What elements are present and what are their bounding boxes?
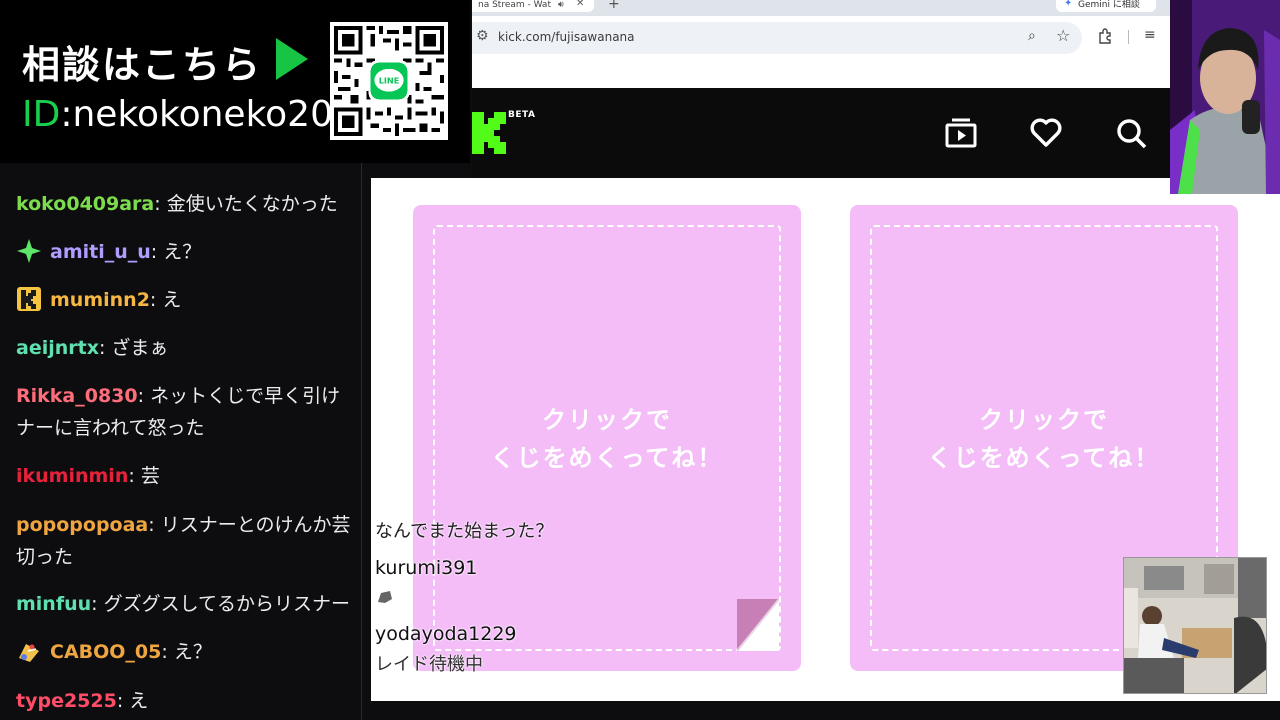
tab-active[interactable]: na Stream - Wat 🔊︎ ✕ — [472, 0, 594, 12]
chat-text: リスナーとのけんか芸 — [160, 514, 351, 536]
chat-text: え — [162, 289, 182, 311]
bottom-strip — [362, 701, 1280, 720]
chat-username[interactable]: minfuu — [16, 593, 91, 615]
toolbar-separator — [1128, 30, 1129, 44]
chat-message: aeijnrtx: ざまぁ — [16, 337, 169, 359]
chat-text: グズグスしてるからリスナー — [103, 593, 351, 615]
overlay-chat-text: レイド待機中 — [375, 654, 483, 675]
card-line-1: クリックで — [979, 406, 1109, 434]
webcam-person-image — [1170, 0, 1280, 194]
streamer-webcam — [1170, 0, 1280, 194]
chat-text: ざまぁ — [111, 337, 169, 359]
consult-id: ID:nekokoneko2018 — [22, 94, 379, 135]
chat-message: popopopoaa: リスナーとのけんか芸 切った — [16, 509, 361, 573]
new-tab-icon[interactable]: + — [608, 0, 620, 12]
room-camera-image — [1124, 558, 1266, 693]
id-prefix: ID — [22, 94, 61, 135]
browse-icon[interactable] — [944, 116, 978, 150]
chat-message: ikuminmin: 芸 — [16, 465, 160, 487]
overlay-chat-text: なんでまた始まった？ — [375, 521, 554, 542]
chat-username[interactable]: type2525 — [16, 690, 117, 712]
tab-title: na Stream - Wat — [478, 0, 551, 10]
zoom-icon[interactable]: ⌕ — [1028, 28, 1036, 44]
stream-screen: 相談はこちら ID:nekokoneko2018 LINE koko0409ar… — [0, 0, 1280, 720]
card-text: クリックでくじをめくってね！ — [413, 401, 801, 477]
chat-text: 金使いたくなかった — [166, 193, 338, 215]
card-text: クリックでくじをめくってね！ — [850, 401, 1238, 477]
chat-username[interactable]: muminn2 — [50, 289, 150, 311]
chat-message: minfuu: グズグスしてるからリスナー — [16, 593, 351, 615]
card-line-2: くじをめくってね！ — [490, 444, 724, 472]
peel-corner-icon — [737, 599, 779, 651]
card-line-1: クリックで — [542, 406, 672, 434]
chat-text: ネットくじで早く引け — [150, 385, 341, 407]
overlay-chat-user: yodayoda1229 — [375, 623, 517, 645]
beta-label: BETA — [508, 110, 536, 120]
media-control-icon[interactable]: ≡ — [1144, 27, 1156, 43]
consult-banner: 相談はこちら ID:nekokoneko2018 LINE — [0, 0, 470, 163]
sticker-icon — [378, 591, 392, 603]
gemini-icon: ✦ — [1064, 0, 1073, 9]
chat-text-continued: 切った — [16, 546, 74, 568]
chat-panel: koko0409ara: 金使いたくなかった amiti_u_u: え？ mum… — [0, 163, 362, 720]
bookmark-star-icon[interactable]: ☆ — [1056, 26, 1070, 45]
kick-logo[interactable] — [472, 112, 508, 154]
chat-text: え？ — [173, 641, 212, 663]
chat-username[interactable]: koko0409ara — [16, 193, 154, 215]
consult-title: 相談はこちら — [22, 43, 263, 87]
gemini-label: Gemini に相談 — [1078, 0, 1140, 10]
svg-text:LINE: LINE — [379, 75, 400, 85]
chat-text: 芸 — [140, 465, 160, 487]
chat-text: え — [129, 690, 149, 712]
overlay-chat-user: kurumi391 — [375, 557, 478, 579]
gift-badge-icon — [19, 644, 39, 662]
kick-badge-icon — [17, 287, 41, 311]
room-camera — [1123, 557, 1267, 694]
chat-username[interactable]: CABOO_05 — [50, 641, 161, 663]
following-heart-icon[interactable] — [1029, 116, 1063, 150]
chat-message: muminn2: え — [16, 284, 361, 316]
chat-text: え？ — [163, 241, 202, 263]
chat-message: Rikka_0830: ネットくじで早く引け ナーに言われて怒った — [16, 380, 361, 444]
chat-message: type2525: え — [16, 690, 149, 712]
url-text[interactable]: kick.com/fujisawanana — [498, 30, 635, 44]
chat-username[interactable]: popopopoaa — [16, 514, 148, 536]
lottery-card-left[interactable]: クリックでくじをめくってね！ — [413, 205, 801, 671]
site-info-icon[interactable]: ⚙︎ — [476, 28, 489, 44]
tab-close-icon[interactable]: ✕ — [576, 0, 584, 9]
chat-username[interactable]: aeijnrtx — [16, 337, 99, 359]
speaker-icon[interactable]: 🔊︎ — [558, 0, 564, 10]
chat-text-continued: ナーに言われて怒った — [16, 417, 205, 439]
chat-username[interactable]: amiti_u_u — [50, 241, 151, 263]
chat-message: koko0409ara: 金使いたくなかった — [16, 193, 338, 215]
tab-strip: na Stream - Wat 🔊︎ ✕ + ✦ Gemini に相談 — [472, 0, 1170, 16]
extensions-icon[interactable] — [1098, 28, 1114, 44]
kick-header: BETA — [472, 88, 1170, 178]
sparkle-icon — [17, 239, 41, 263]
chat-username[interactable]: Rikka_0830 — [16, 385, 138, 407]
chat-message: amiti_u_u: え？ — [16, 236, 361, 268]
chat-message: CABOO_05: え？ — [16, 636, 361, 668]
line-qr-code: LINE — [330, 22, 448, 140]
search-icon[interactable] — [1114, 116, 1148, 150]
play-arrow-icon — [276, 38, 308, 80]
card-line-2: くじをめくってね！ — [927, 444, 1161, 472]
chat-username[interactable]: ikuminmin — [16, 465, 128, 487]
address-bar[interactable]: ⚙︎ kick.com/fujisawanana ⌕ ☆ — [472, 22, 1082, 54]
gemini-button[interactable]: ✦ Gemini に相談 — [1056, 0, 1156, 12]
